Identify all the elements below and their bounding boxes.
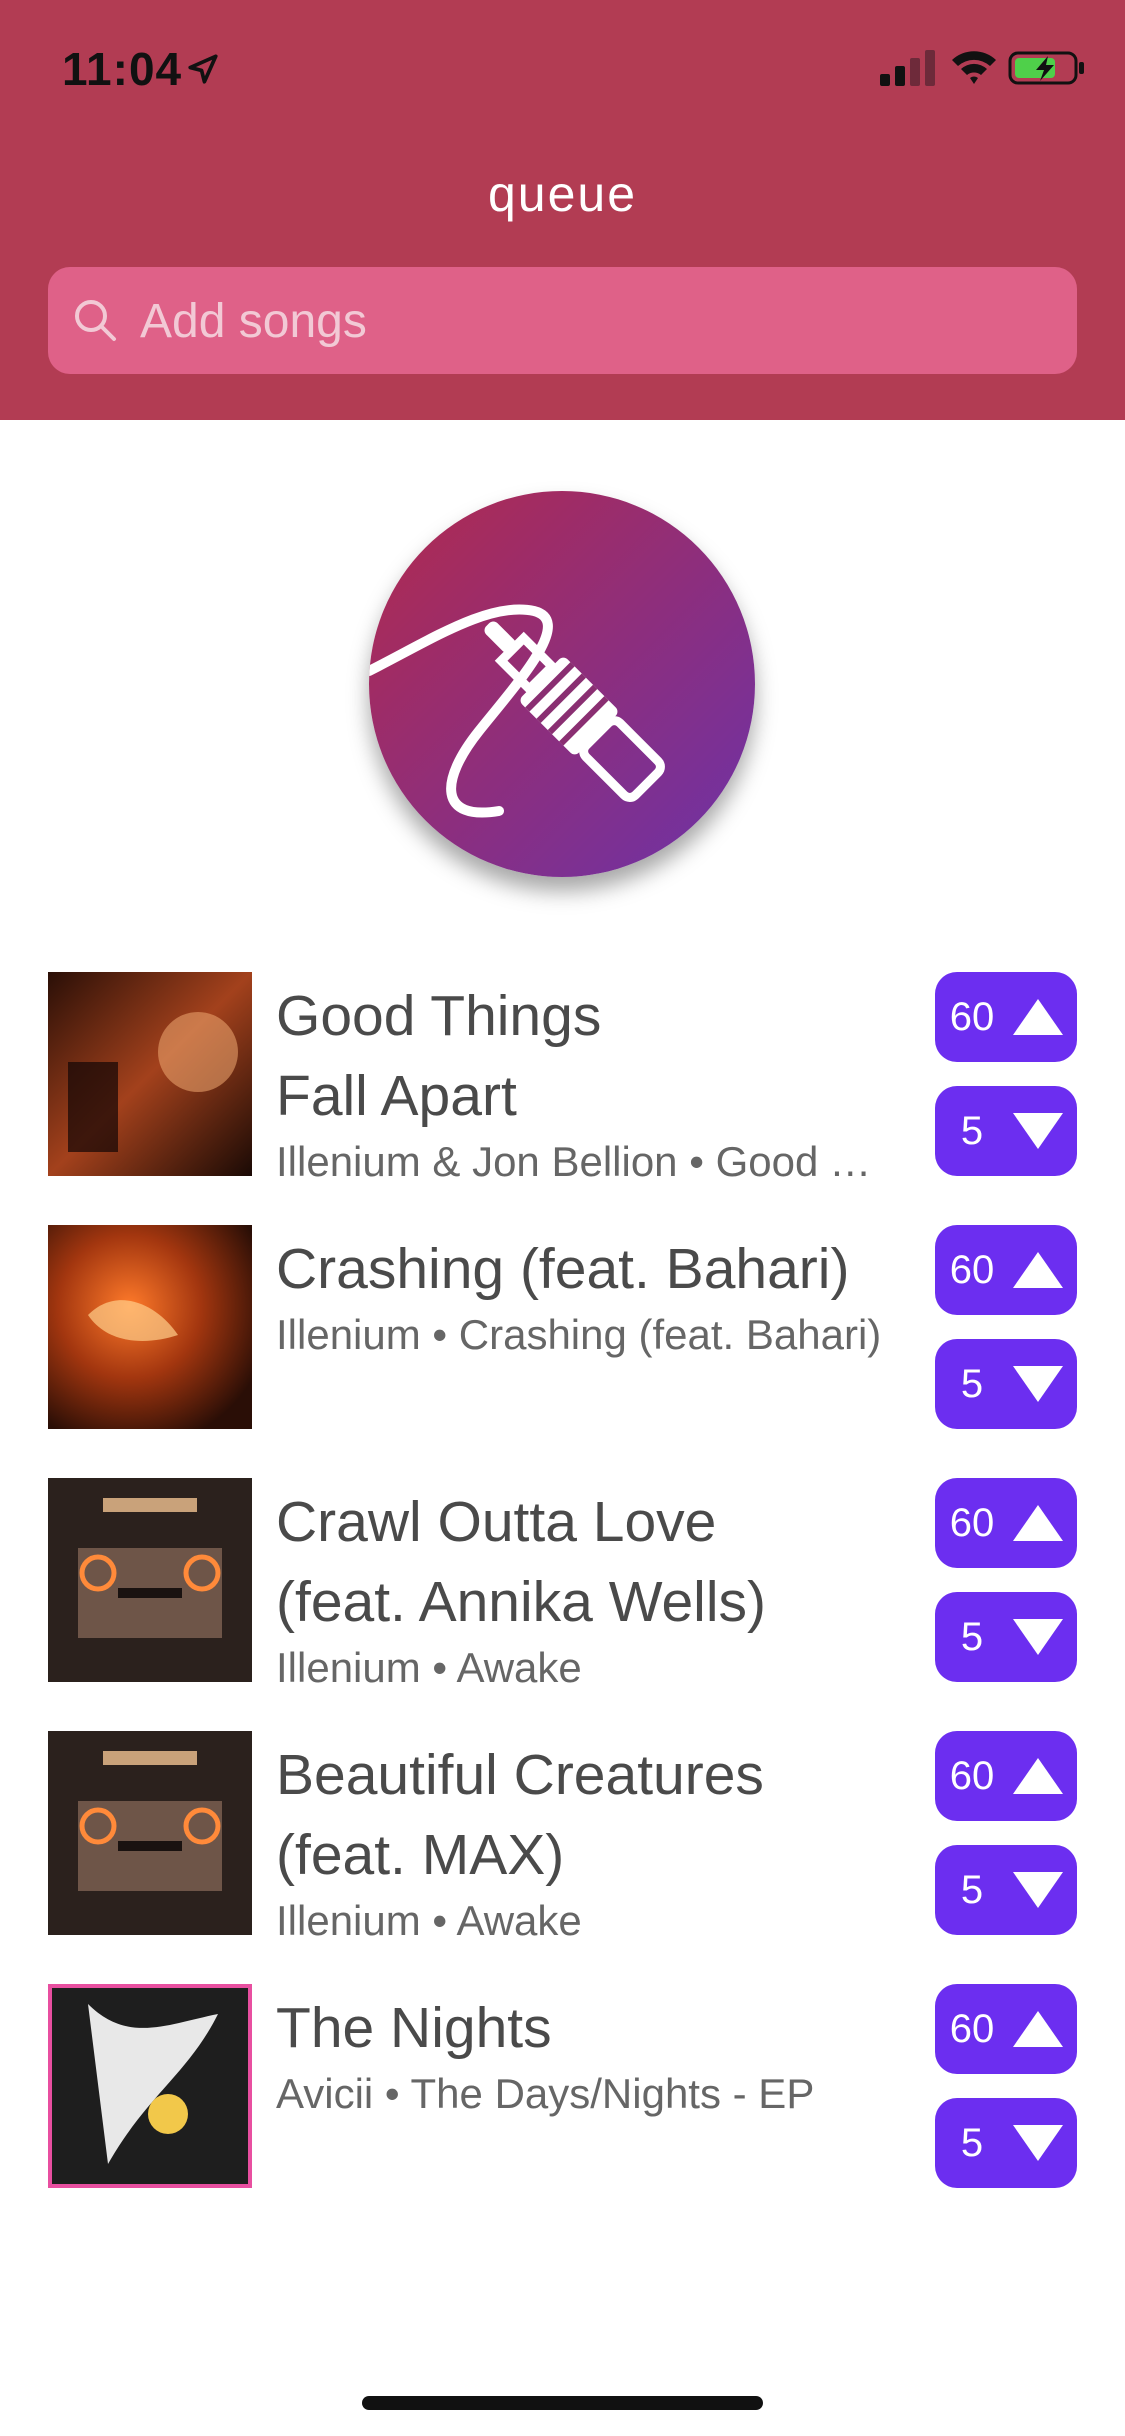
upvote-count: 60 — [949, 994, 995, 1039]
downvote-triangle-icon — [1013, 1872, 1063, 1908]
signal-icon — [880, 50, 935, 86]
downvote-count: 5 — [960, 1361, 984, 1406]
downvote-button[interactable]: 5 — [935, 1845, 1077, 1935]
upvote-triangle-icon — [1013, 999, 1063, 1035]
upvote-button[interactable]: 60 — [935, 972, 1077, 1062]
downvote-count: 5 — [960, 1108, 984, 1153]
song-subtitle: Illenium • Crashing (feat. Bahari) — [276, 1311, 882, 1358]
song-title: Beautiful Creatures (feat. MAX) — [276, 1743, 764, 1887]
song-subtitle: Illenium & Jon Bellion • Good Things Fal… — [276, 1138, 896, 1185]
status-time: 11:04 — [62, 43, 183, 95]
downvote-count: 5 — [960, 1867, 984, 1912]
song-title: The Nights — [276, 1996, 552, 2060]
audio-jack-icon — [369, 491, 755, 877]
location-arrow-icon — [188, 54, 218, 84]
album-art — [48, 972, 252, 1176]
status-bar: 11:04 — [0, 0, 1125, 140]
downvote-button[interactable]: 5 — [935, 2098, 1077, 2188]
upvote-count: 60 — [949, 2006, 995, 2051]
downvote-button[interactable]: 5 — [935, 1339, 1077, 1429]
song-title: Good Things Fall Apart — [276, 984, 602, 1128]
upvote-count: 60 — [949, 1247, 995, 1292]
downvote-triangle-icon — [1013, 1619, 1063, 1655]
header: 11:04 queue — [0, 0, 1125, 420]
upvote-button[interactable]: 60 — [935, 1225, 1077, 1315]
search-input[interactable] — [138, 267, 1042, 376]
album-art — [48, 1731, 252, 1935]
home-indicator[interactable] — [362, 2396, 763, 2410]
search-bar[interactable] — [48, 267, 1077, 376]
battery-charging-icon — [1008, 51, 1084, 85]
page-title: queue — [487, 166, 638, 222]
downvote-button[interactable]: 5 — [935, 1592, 1077, 1682]
song-title: Crashing (feat. Bahari) — [276, 1237, 850, 1301]
song-subtitle: Avicii • The Days/Nights - EP — [276, 2070, 815, 2117]
upvote-triangle-icon — [1013, 1505, 1063, 1541]
downvote-count: 5 — [960, 1614, 984, 1659]
upvote-button[interactable]: 60 — [935, 1731, 1077, 1821]
downvote-triangle-icon — [1013, 2125, 1063, 2161]
app-logo — [369, 491, 755, 877]
album-art — [48, 1984, 252, 2188]
upvote-button[interactable]: 60 — [935, 1984, 1077, 2074]
wifi-icon — [952, 51, 996, 84]
album-art — [48, 1225, 252, 1429]
downvote-triangle-icon — [1013, 1366, 1063, 1402]
downvote-button[interactable]: 5 — [935, 1086, 1077, 1176]
song-subtitle: Illenium • Awake — [276, 1897, 582, 1944]
upvote-triangle-icon — [1013, 1758, 1063, 1794]
song-subtitle: Illenium • Awake — [276, 1644, 582, 1691]
downvote-triangle-icon — [1013, 1113, 1063, 1149]
upvote-triangle-icon — [1013, 1252, 1063, 1288]
search-icon — [75, 300, 116, 341]
upvote-count: 60 — [949, 1500, 995, 1545]
downvote-count: 5 — [960, 2120, 984, 2165]
upvote-button[interactable]: 60 — [935, 1478, 1077, 1568]
upvote-triangle-icon — [1013, 2011, 1063, 2047]
song-title: Crawl Outta Love (feat. Annika Wells) — [276, 1490, 766, 1634]
album-art — [48, 1478, 252, 1682]
upvote-count: 60 — [949, 1753, 995, 1798]
